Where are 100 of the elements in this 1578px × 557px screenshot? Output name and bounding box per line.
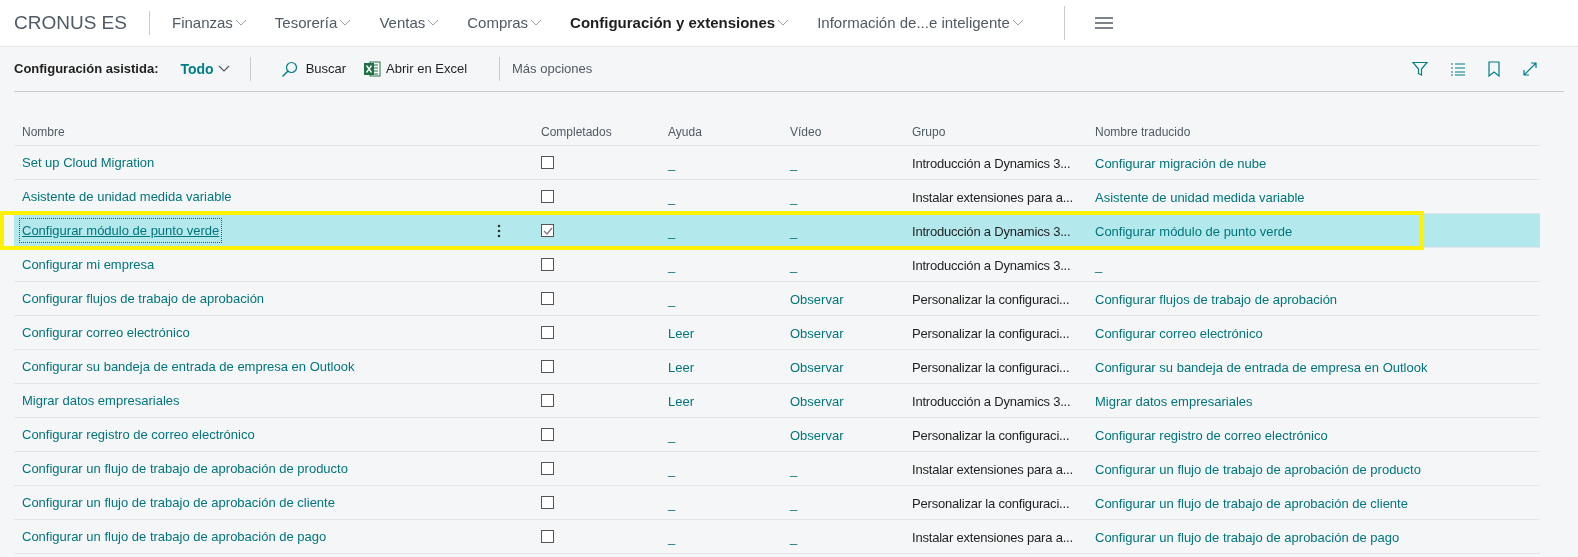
nav-menu[interactable]: Finanzas [171,11,233,35]
checkbox[interactable] [541,496,554,509]
translated-name-link[interactable]: Configurar un flujo de trabajo de aprobación de producto [1095,461,1421,477]
translated-name-link[interactable]: Migrar datos empresariales [1095,393,1253,409]
name-link[interactable]: Migrar datos empresariales [22,390,180,411]
filter-dropdown[interactable]: Todo [180,58,230,80]
checkbox[interactable] [541,292,554,305]
table-row[interactable]: Configurar flujos de trabajo de aprobación _ Observar Personalizar la configuraci... Configurar flujos de trabajo de aprobación [14,282,1540,316]
checkbox[interactable] [541,360,554,373]
nav-menu[interactable]: Ventas [379,11,426,35]
table-row[interactable]: Configurar registro de correo electrónico _ Observar Personalizar la configuraci... Configurar registro de correo electrónico [14,418,1540,452]
table-row[interactable]: Migrar datos empresariales Leer Observar Introducción a Dynamics 3... Migrar datos empresariales [14,384,1540,418]
help-link[interactable]: Leer [668,393,695,409]
help-link[interactable]: Leer [668,325,695,341]
video-link[interactable]: _ [790,495,798,511]
help-link[interactable]: Leer [668,359,695,375]
checkbox[interactable] [541,462,554,475]
translated-name-link[interactable]: Configurar migración de nube [1095,155,1267,171]
checkbox[interactable] [541,530,554,543]
column-header[interactable]: Ayuda [668,124,702,139]
name-link[interactable]: Configurar su bandeja de entrada de empresa en Outlook [22,356,355,377]
spreadsheet-icon [364,61,382,77]
table-row[interactable]: Configurar un flujo de trabajo de aprobación de cliente _ _ Personalizar la configuraci... Configurar un flujo de trabajo de aprobación de cliente [14,486,1540,520]
checkbox[interactable] [541,326,554,339]
translated-name-link[interactable]: Asistente de unidad medida variable [1095,189,1305,205]
video-link[interactable]: _ [790,257,798,273]
checkbox[interactable] [541,156,554,169]
name-link[interactable]: Set up Cloud Migration [22,152,155,173]
translated-name-link[interactable]: Configurar un flujo de trabajo de aprobación de pago [1095,529,1400,545]
checkbox[interactable] [541,224,554,237]
table-row[interactable]: Set up Cloud Migration _ _ Introducción a Dynamics 3... Configurar migración de nube [14,146,1540,180]
nav-menu[interactable]: Compras [467,11,529,35]
menu-icon[interactable] [1094,17,1113,29]
chevron-down-icon [234,19,247,27]
nav-menu[interactable]: Configuración y extensiones [570,11,776,35]
more-icon[interactable] [497,222,501,239]
translated-name-link[interactable]: Configurar flujos de trabajo de aprobación [1095,291,1338,307]
column-header[interactable]: Nombre traducido [1095,124,1191,139]
checkbox[interactable] [541,258,554,271]
translated-name-link[interactable]: Configurar su bandeja de entrada de empresa en Outlook [1095,359,1428,375]
name-link[interactable]: Configurar registro de correo electrónico [22,424,255,445]
help-link[interactable]: _ [668,155,676,171]
name-link[interactable]: Configurar un flujo de trabajo de aprobación de pago [22,526,327,547]
help-link[interactable]: _ [668,495,676,511]
table-row[interactable]: Configurar correo electrónico Leer Observar Personalizar la configuraci... Configurar correo electrónico [14,316,1540,350]
help-link[interactable]: _ [668,427,676,443]
more-options-button[interactable]: Más opciones [512,59,593,79]
toolbar-action[interactable]: Buscar [280,59,347,79]
table-row[interactable]: Configurar su bandeja de entrada de empresa en Outlook Leer Observar Personalizar la configuraci... Configurar su bandeja de entrada de empresa en Outlook [14,350,1540,384]
translated-name-link[interactable]: Configurar registro de correo electrónico [1095,427,1328,443]
column-header[interactable]: Grupo [912,124,946,139]
table-row[interactable]: Configurar un flujo de trabajo de aprobación de producto _ _ Instalar extensiones para a... Configurar un flujo de trabajo de aprobación de producto [14,452,1540,486]
name-link[interactable]: Configurar módulo de punto verde [22,220,220,241]
nav-menu[interactable]: Tesorería [274,11,338,35]
name-link[interactable]: Configurar correo electrónico [22,322,190,343]
column-header[interactable]: Nombre [22,124,65,139]
help-link[interactable]: _ [668,189,676,205]
group-text: Personalizar la configuraci... [912,427,1070,443]
nav-menu[interactable]: Información de...e inteligente [817,11,1010,35]
company-name[interactable]: CRONUS ES [14,8,149,38]
name-link[interactable]: Configurar mi empresa [22,254,155,275]
bookmark-icon[interactable] [1488,61,1500,77]
filter-icon[interactable] [1412,61,1428,77]
video-link[interactable]: Observar [790,291,844,307]
video-link[interactable]: _ [790,461,798,477]
page-title: Configuración asistida: [14,60,159,79]
help-link[interactable]: _ [668,529,676,545]
video-link[interactable]: Observar [790,325,844,341]
name-link[interactable]: Configurar un flujo de trabajo de aprobación de cliente [22,492,335,513]
group-text: Introducción a Dynamics 3... [912,393,1071,409]
video-link[interactable]: Observar [790,393,844,409]
translated-name-link[interactable]: _ [1095,257,1103,273]
table-row[interactable]: Configurar mi empresa _ _ Introducción a Dynamics 3... _ [14,248,1540,282]
video-link[interactable]: _ [790,155,798,171]
group-text: Personalizar la configuraci... [912,325,1070,341]
name-link[interactable]: Configurar flujos de trabajo de aprobación [22,288,265,309]
checkbox[interactable] [541,428,554,441]
help-link[interactable]: _ [668,257,676,273]
checkbox[interactable] [541,394,554,407]
translated-name-link[interactable]: Configurar módulo de punto verde [1095,223,1293,239]
video-link[interactable]: _ [790,189,798,205]
video-link[interactable]: Observar [790,427,844,443]
translated-name-link[interactable]: Configurar un flujo de trabajo de aprobación de cliente [1095,495,1408,511]
name-link[interactable]: Configurar un flujo de trabajo de aprobación de producto [22,458,348,479]
table-row[interactable]: Configurar un flujo de trabajo de aprobación de pago _ _ Instalar extensiones para a... Configurar un flujo de trabajo de aprobación de pago [14,520,1540,554]
help-link[interactable]: _ [668,461,676,477]
column-header[interactable]: Completados [541,124,612,139]
translated-name-link[interactable]: Configurar correo electrónico [1095,325,1263,341]
group-text: Instalar extensiones para a... [912,189,1073,205]
video-link[interactable]: _ [790,223,798,239]
checkbox[interactable] [541,190,554,203]
name-link[interactable]: Asistente de unidad medida variable [22,186,232,207]
toolbar-action[interactable]: Abrir en Excel [364,59,468,79]
column-header[interactable]: Vídeo [790,124,822,139]
help-link[interactable]: _ [668,291,676,307]
help-link[interactable]: _ [668,223,676,239]
group-text: Introducción a Dynamics 3... [912,155,1071,171]
video-link[interactable]: Observar [790,359,844,375]
video-link[interactable]: _ [790,529,798,545]
expand-icon[interactable] [1522,61,1538,77]
